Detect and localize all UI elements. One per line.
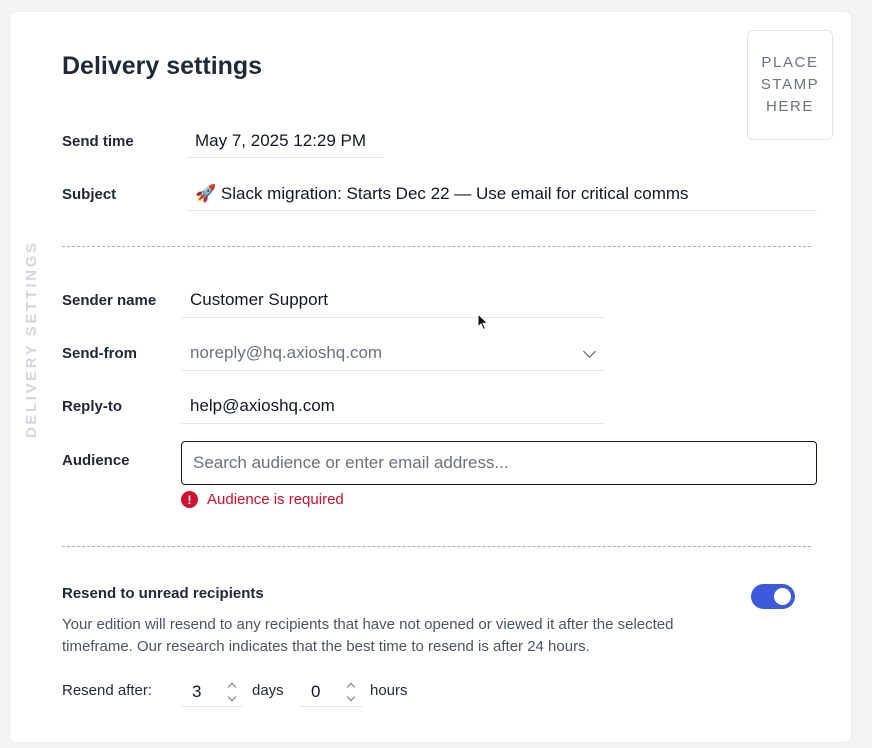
stepper-arrows-icon[interactable] bbox=[227, 682, 237, 701]
mouse-pointer-icon bbox=[477, 313, 489, 331]
send-time-field[interactable]: May 7, 2025 12:29 PM bbox=[186, 124, 384, 158]
audience-label: Audience bbox=[62, 452, 130, 469]
send-from-select[interactable]: noreply@hq.axioshq.com bbox=[181, 336, 604, 371]
sender-name-value: Customer Support bbox=[190, 290, 328, 309]
subject-value: 🚀 Slack migration: Starts Dec 22 — Use e… bbox=[195, 183, 689, 203]
send-time-value: May 7, 2025 12:29 PM bbox=[195, 130, 367, 150]
stamp-placeholder: PLACE STAMP HERE bbox=[747, 30, 833, 140]
sender-name-field[interactable]: Customer Support bbox=[181, 283, 604, 318]
resend-description: Your edition will resend to any recipien… bbox=[62, 616, 674, 655]
resend-days-value: 3 bbox=[192, 681, 202, 701]
resend-days-stepper[interactable]: 3 bbox=[181, 677, 243, 707]
resend-toggle[interactable] bbox=[751, 584, 795, 609]
resend-days-unit: days bbox=[252, 682, 284, 699]
sender-name-label: Sender name bbox=[62, 292, 157, 309]
page-title: Delivery settings bbox=[62, 52, 263, 80]
stamp-line-1: PLACE bbox=[761, 54, 819, 71]
subject-label: Subject bbox=[62, 186, 117, 203]
stepper-arrows-icon[interactable] bbox=[346, 682, 356, 701]
audience-error-text: Audience is required bbox=[207, 491, 344, 508]
resend-hours-unit: hours bbox=[370, 682, 408, 699]
subject-field[interactable]: 🚀 Slack migration: Starts Dec 22 — Use e… bbox=[186, 177, 817, 211]
reply-to-value: help@axioshq.com bbox=[190, 396, 335, 415]
section-divider bbox=[62, 246, 811, 247]
section-divider bbox=[62, 546, 811, 547]
resend-after-label: Resend after: bbox=[62, 682, 153, 699]
section-vertical-label: DELIVERY SETTINGS bbox=[23, 240, 40, 438]
resend-hours-value: 0 bbox=[311, 681, 321, 701]
reply-to-label: Reply-to bbox=[62, 398, 122, 415]
send-from-value: noreply@hq.axioshq.com bbox=[190, 343, 383, 362]
send-time-label: Send time bbox=[62, 133, 134, 150]
resend-title: Resend to unread recipients bbox=[62, 585, 264, 602]
resend-hours-stepper[interactable]: 0 bbox=[300, 677, 362, 707]
send-from-label: Send-from bbox=[62, 345, 137, 362]
chevron-down-icon bbox=[583, 345, 596, 358]
stamp-line-2: STAMP bbox=[760, 76, 820, 93]
error-icon: ! bbox=[181, 491, 198, 508]
audience-error: ! Audience is required bbox=[181, 491, 344, 508]
audience-search-input[interactable] bbox=[181, 441, 817, 485]
toggle-knob bbox=[774, 588, 791, 605]
reply-to-field[interactable]: help@axioshq.com bbox=[181, 389, 604, 424]
stamp-line-3: HERE bbox=[765, 98, 815, 115]
